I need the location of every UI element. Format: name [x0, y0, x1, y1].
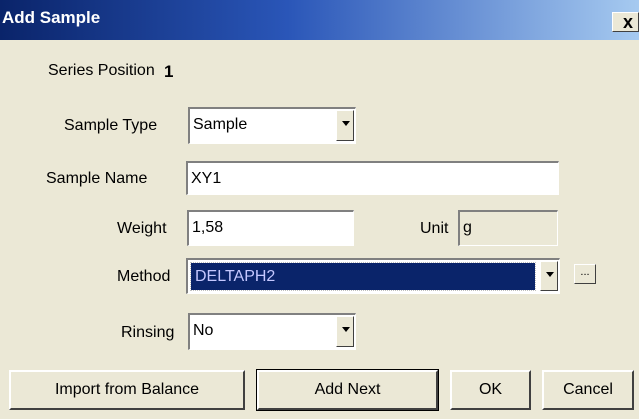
import-from-balance-button[interactable]: Import from Balance [9, 370, 245, 410]
sample-name-input[interactable]: XY1 [186, 161, 559, 195]
weight-value: 1,58 [192, 219, 224, 236]
method-dropdown[interactable]: DELTAPH2 [186, 258, 560, 294]
method-label: Method [117, 268, 171, 285]
method-dropdown-arrow-icon[interactable] [540, 261, 558, 291]
add-sample-dialog: Add Sample x Series Position 1 Sample Ty… [0, 0, 639, 419]
close-icon: x [623, 12, 634, 32]
rinsing-dropdown[interactable]: No [188, 313, 356, 350]
add-next-button[interactable]: Add Next [256, 369, 439, 411]
unit-field: g [458, 210, 558, 246]
weight-input[interactable]: 1,58 [187, 210, 354, 246]
series-position-value: 1 [164, 62, 174, 81]
cancel-button[interactable]: Cancel [542, 370, 634, 410]
rinsing-dropdown-arrow-icon[interactable] [336, 316, 354, 347]
unit-label: Unit [420, 220, 449, 237]
rinsing-label: Rinsing [121, 324, 175, 341]
sample-type-label: Sample Type [64, 117, 158, 134]
series-position-label: Series Position [48, 62, 155, 79]
method-value: DELTAPH2 [190, 262, 536, 291]
weight-label: Weight [117, 220, 167, 237]
title-bar: Add Sample x [0, 0, 639, 40]
sample-type-dropdown-arrow-icon[interactable] [336, 110, 354, 141]
sample-type-dropdown[interactable]: Sample [188, 107, 356, 144]
window-title: Add Sample [2, 8, 101, 27]
unit-value: g [463, 219, 472, 236]
rinsing-value: No [193, 322, 214, 339]
sample-name-value: XY1 [191, 170, 222, 187]
sample-name-label: Sample Name [46, 170, 148, 187]
method-browse-button[interactable]: ... [574, 264, 596, 284]
sample-type-value: Sample [193, 116, 248, 133]
close-button[interactable]: x [612, 12, 639, 32]
ok-button[interactable]: OK [450, 370, 531, 410]
